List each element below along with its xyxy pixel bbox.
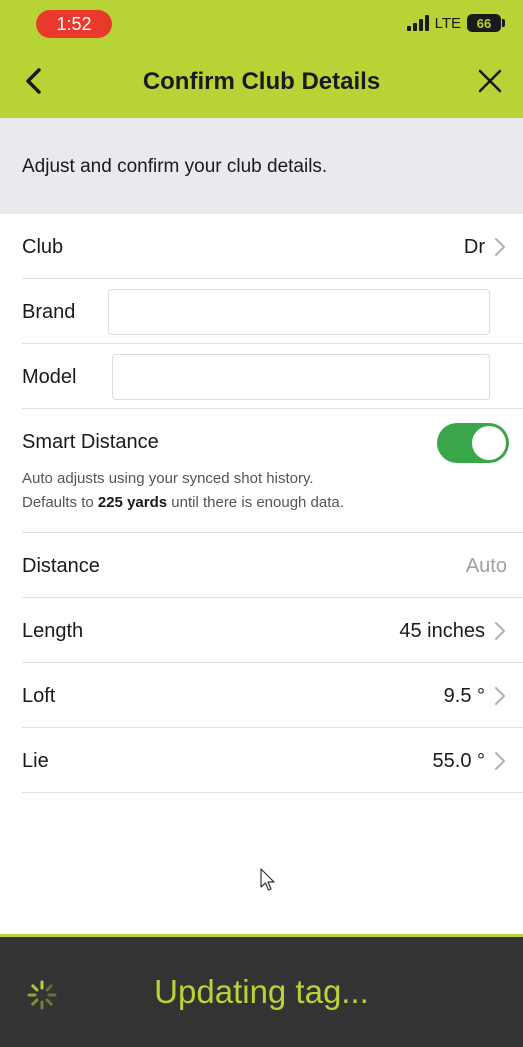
smart-distance-row: Smart Distance Auto adjusts using your s… [22, 409, 523, 533]
brand-row: Brand [22, 279, 523, 344]
lie-value: 55.0 ° [432, 750, 485, 772]
status-time: 1:52 [36, 10, 112, 38]
page-title: Confirm Club Details [142, 68, 381, 95]
model-row: Model [22, 344, 523, 409]
chevron-right-icon [495, 687, 505, 705]
brand-input[interactable] [108, 289, 490, 335]
signal-icon [406, 15, 429, 31]
smart-distance-label: Smart Distance [22, 431, 159, 453]
loft-label: Loft [22, 685, 56, 707]
distance-row: Distance Auto [22, 533, 523, 598]
mouse-cursor-icon [260, 868, 275, 891]
chevron-right-icon [495, 622, 505, 640]
battery-level: 66 [476, 15, 492, 31]
status-bar: 1:52 LTE 66 [0, 0, 523, 44]
loft-row[interactable]: Loft 9.5 ° [22, 663, 523, 728]
network-label: LTE [434, 14, 461, 32]
toggle-knob [472, 426, 506, 460]
distance-value: Auto [465, 555, 507, 577]
chevron-right-icon [495, 752, 505, 770]
default-distance: 225 yards [97, 494, 168, 511]
distance-label: Distance [22, 555, 100, 577]
smart-distance-help-2: Defaults to 225 yards until there is eno… [22, 494, 344, 511]
club-value: Dr [463, 236, 485, 258]
close-icon [478, 69, 502, 93]
intro-banner: Adjust and confirm your club details. [0, 118, 523, 214]
help-prefix: Defaults to [22, 494, 98, 511]
chevron-right-icon [495, 238, 505, 256]
lie-label: Lie [22, 750, 49, 772]
help-suffix: until there is enough data. [167, 494, 344, 511]
close-button[interactable] [471, 62, 509, 100]
battery-icon: 66 [467, 14, 505, 32]
model-label: Model [22, 366, 77, 388]
loft-value: 9.5 ° [443, 685, 485, 707]
length-value: 45 inches [399, 620, 485, 642]
model-input[interactable] [112, 354, 490, 400]
lie-row[interactable]: Lie 55.0 ° [22, 728, 523, 793]
smart-distance-help-1: Auto adjusts using your synced shot hist… [22, 470, 314, 487]
club-label: Club [22, 236, 64, 258]
length-row[interactable]: Length 45 inches [22, 598, 523, 663]
club-row[interactable]: Club Dr [22, 214, 523, 279]
toast-text: Updating tag... [154, 973, 369, 1010]
length-label: Length [22, 620, 84, 642]
intro-text: Adjust and confirm your club details. [22, 156, 328, 177]
smart-distance-toggle[interactable] [437, 423, 509, 463]
brand-label: Brand [22, 301, 76, 323]
updating-toast: Updating tag... [0, 934, 523, 1047]
status-indicators: LTE 66 [406, 14, 505, 32]
nav-bar: Confirm Club Details [0, 44, 523, 118]
